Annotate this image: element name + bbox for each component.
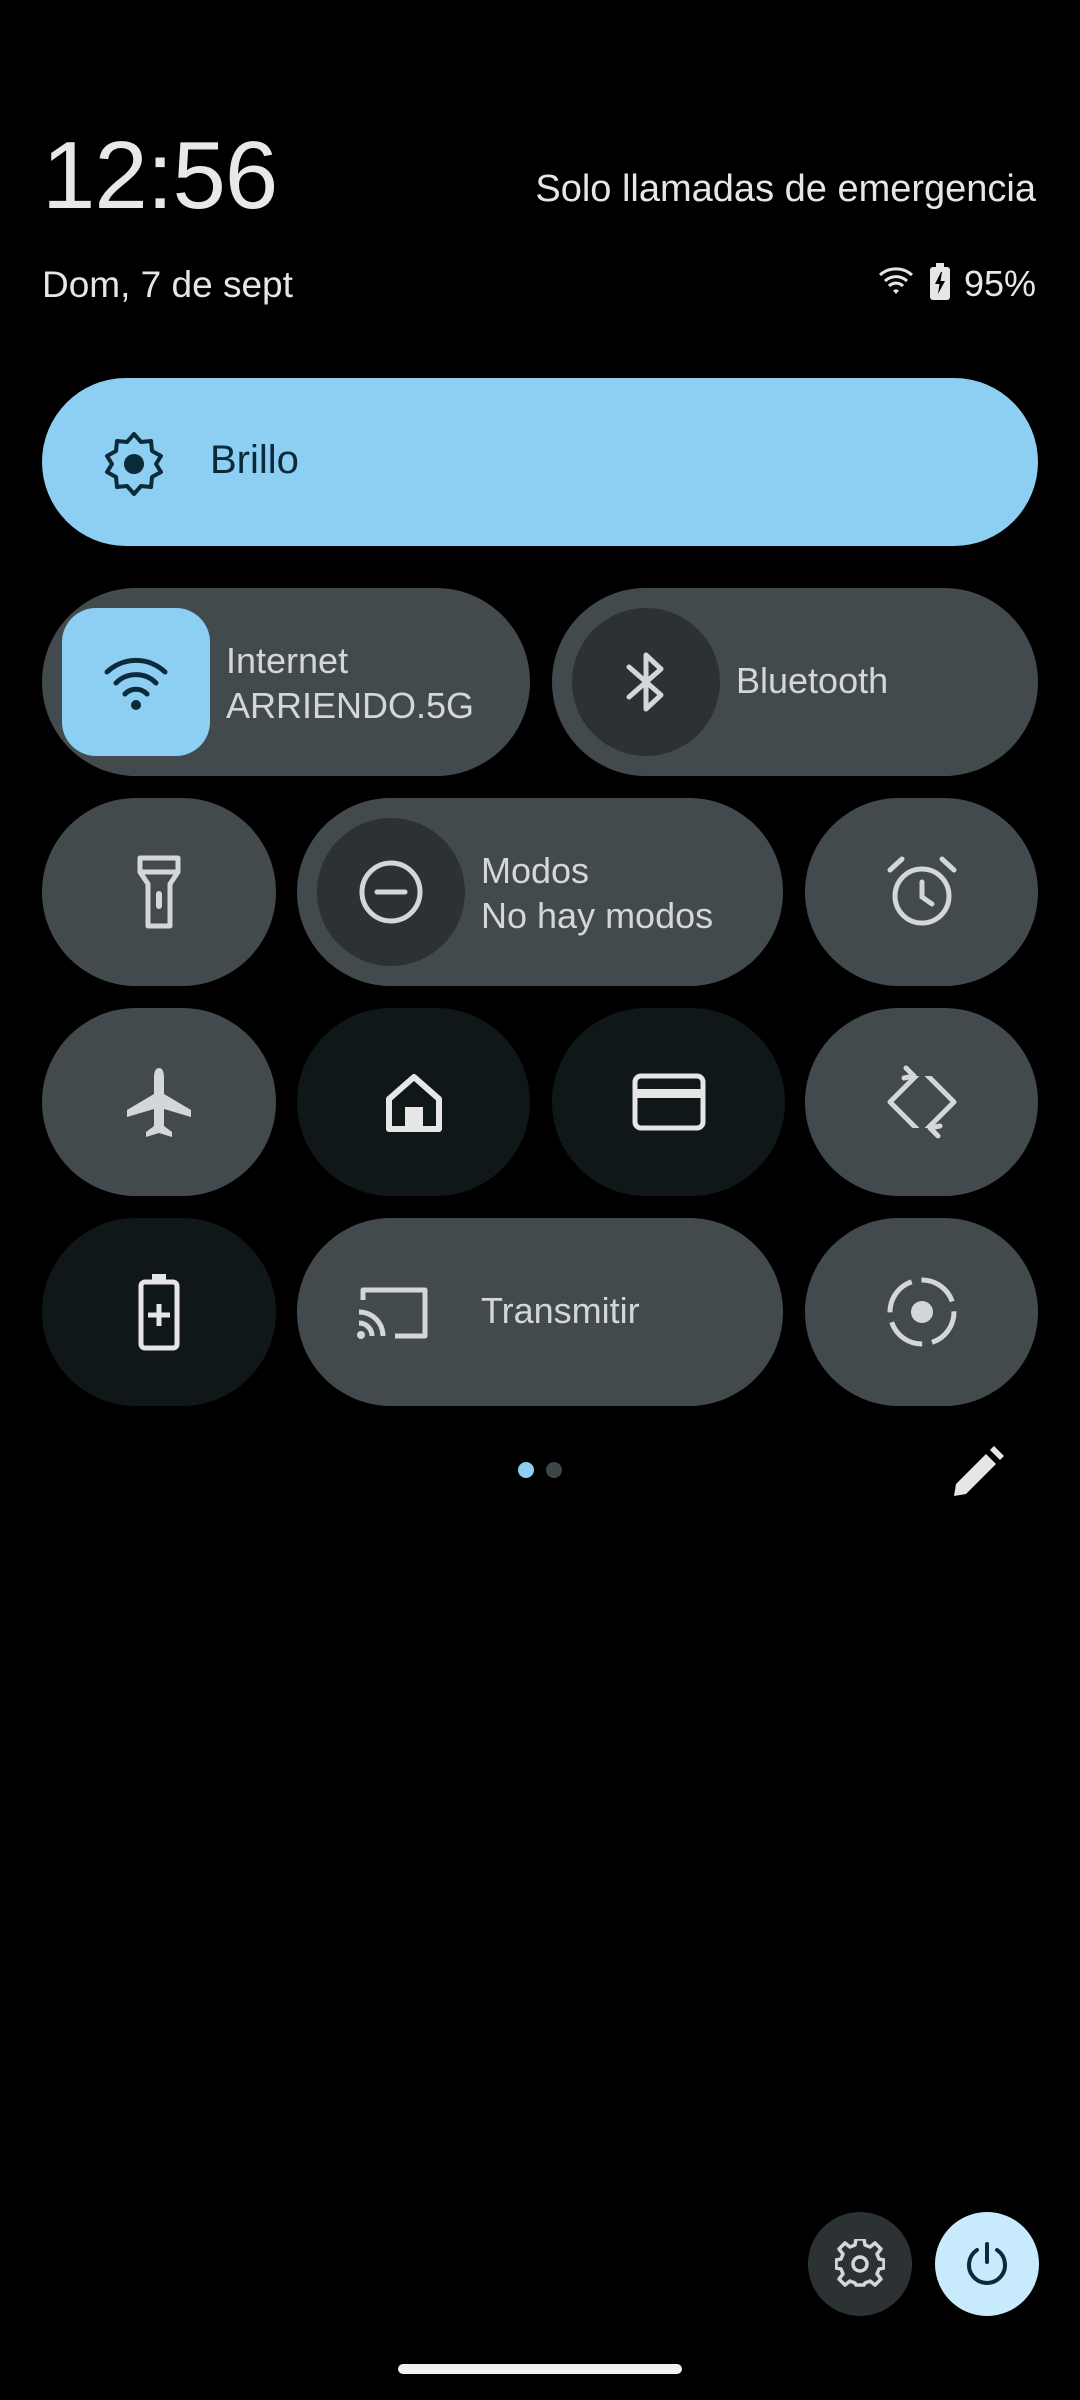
wifi-icon <box>62 608 210 756</box>
status-icons: 95% <box>876 262 1036 306</box>
edit-tiles-button[interactable] <box>940 1440 1010 1510</box>
do-not-disturb-icon <box>317 818 465 966</box>
pencil-icon <box>954 1446 1004 1496</box>
tile-modes-label: Modos <box>481 850 590 891</box>
settings-button[interactable] <box>808 2212 912 2316</box>
battery-saver-icon <box>42 1218 276 1406</box>
alarm-icon <box>805 798 1038 986</box>
page-dot-active <box>518 1462 534 1478</box>
cast-icon <box>355 1274 431 1350</box>
brightness-slider[interactable]: Brillo <box>42 378 1038 546</box>
tile-bluetooth[interactable]: Bluetooth <box>552 588 1038 776</box>
home-icon <box>297 1008 530 1196</box>
tile-screen-record[interactable] <box>805 1218 1038 1406</box>
tile-internet[interactable]: Internet ARRIENDO.5G <box>42 588 530 776</box>
battery-percent: 95% <box>963 263 1036 304</box>
page-dot <box>546 1462 562 1478</box>
flashlight-icon <box>42 798 276 986</box>
tile-wallet[interactable] <box>552 1008 785 1196</box>
tile-alarm[interactable] <box>805 798 1038 986</box>
page-indicator <box>518 1462 562 1478</box>
tile-flashlight[interactable] <box>42 798 276 986</box>
tile-cast[interactable]: Transmitir <box>297 1218 783 1406</box>
bluetooth-icon <box>572 608 720 756</box>
airplane-icon <box>42 1008 276 1196</box>
power-button[interactable] <box>935 2212 1039 2316</box>
power-icon <box>967 2242 1007 2285</box>
tile-battery-saver[interactable] <box>42 1218 276 1406</box>
tile-internet-label: Internet <box>226 640 349 681</box>
tile-home[interactable] <box>297 1008 530 1196</box>
carrier-status-text: Solo llamadas de emergencia <box>535 168 1036 210</box>
wifi-icon <box>876 266 916 303</box>
navigation-handle[interactable] <box>398 2364 682 2374</box>
brightness-icon <box>100 428 168 496</box>
tile-modes[interactable]: Modos No hay modos <box>297 798 783 986</box>
card-icon <box>552 1008 785 1196</box>
auto-rotate-icon <box>805 1008 1038 1196</box>
tile-modes-sublabel: No hay modos <box>481 895 714 936</box>
screen-record-icon <box>805 1218 1038 1406</box>
tile-auto-rotate[interactable] <box>805 1008 1038 1196</box>
date-text[interactable]: Dom, 7 de sept <box>42 266 293 303</box>
tile-internet-network: ARRIENDO.5G <box>226 685 475 726</box>
clock[interactable]: 12:56 <box>42 128 278 224</box>
tile-cast-label: Transmitir <box>481 1290 640 1331</box>
battery-charging-icon <box>928 262 952 306</box>
gear-icon <box>835 2239 885 2287</box>
brightness-label: Brillo <box>210 438 299 482</box>
tile-airplane[interactable] <box>42 1008 276 1196</box>
tile-bluetooth-label: Bluetooth <box>736 660 889 701</box>
